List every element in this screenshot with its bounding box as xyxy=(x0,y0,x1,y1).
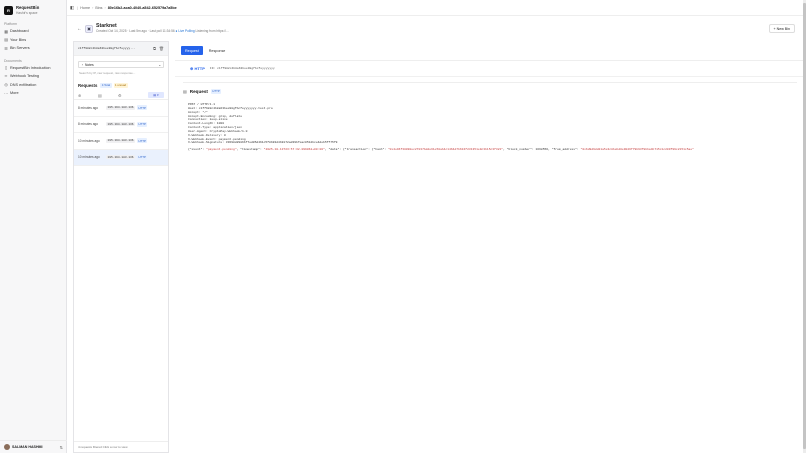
chevron-down-icon: ⌄ xyxy=(158,62,161,67)
sidebar-item-label: Webhook Testing xyxy=(10,74,39,79)
bin-meta: Created Oct 14, 2025 · Last 5m ago · Las… xyxy=(96,29,229,34)
bins-icon: ▤ xyxy=(4,38,8,43)
request-time: 10 minutes ago xyxy=(78,155,100,160)
brand[interactable]: R RequestBin Hashir's space xyxy=(0,0,66,16)
request-body: {"event": "payment.pending", "timestamp"… xyxy=(188,148,694,152)
sidebar-item-introduction[interactable]: ▯ RequestBin Introduction xyxy=(0,64,66,73)
requests-panel: c1ff982c4b8a63bee98gfbcfeyyyy... ⧉ 🗑 ◔ N… xyxy=(73,41,169,453)
search-input[interactable]: Search by IP, raw request, raw response.… xyxy=(78,71,164,77)
request-method: HTTP xyxy=(137,138,148,144)
sidebar-item-your-bins[interactable]: ▤ Your Bins xyxy=(0,36,66,45)
requests-toolbar: ⊕ ▤ ⚙ ▤ ▾ xyxy=(74,91,168,100)
filter-select[interactable]: ◔ Notes ⌄ xyxy=(78,61,164,68)
raw-request: POST / HTTP/1.1 Host: c1ff982c4b8a63bee9… xyxy=(183,103,797,145)
add-icon[interactable]: ⊕ xyxy=(78,93,98,98)
request-card: ▤ Request HTTP POST / HTTP/1.1 Host: c1f… xyxy=(183,82,797,151)
bin-url-row: c1ff982c4b8a63bee98gfbcfeyyyy... ⧉ 🗑 xyxy=(74,42,168,56)
view-toggle[interactable]: ▤ ▾ xyxy=(148,92,164,98)
book-icon: ▯ xyxy=(4,66,8,71)
filter-icon: ◔ xyxy=(81,62,83,67)
sidebar-item-label: RequestBin Introduction xyxy=(10,65,51,70)
user-name: SALMAN HASHMI xyxy=(12,445,43,449)
trash-icon[interactable]: 🗑 xyxy=(159,46,164,51)
user-menu[interactable]: SALMAN HASHMI ⇅ xyxy=(0,440,67,453)
request-time: 10 minutes ago xyxy=(78,138,100,143)
sidebar-item-label: Dashboard xyxy=(10,29,29,34)
more-icon: ⋯ xyxy=(4,91,8,96)
request-ip: 195.164.183.136 xyxy=(106,155,136,160)
bin-icon: ▣ xyxy=(85,24,93,33)
platform-section-title: Platform xyxy=(4,22,18,26)
breadcrumb-current-bin: 80e16b2-aca0-4040-a542-652579a7a5be xyxy=(107,5,177,10)
request-card-header: ▤ Request HTTP xyxy=(183,86,797,96)
copy-icon[interactable]: ⧉ xyxy=(153,46,156,51)
live-polling-indicator: ● Live Polling xyxy=(175,29,195,34)
request-ip: 195.164.183.136 xyxy=(106,122,136,127)
requests-header: Requests 4 Total 1 unread xyxy=(74,80,168,90)
request-row-selected[interactable]: 10 minutes ago 195.164.183.136 HTTP xyxy=(74,149,168,166)
unread-badge: 1 unread xyxy=(113,82,128,88)
request-method: HTTP xyxy=(137,105,148,111)
chevron-updown-icon: ⇅ xyxy=(59,444,63,450)
request-method: HTTP xyxy=(137,154,148,160)
request-time: 8 minutes ago xyxy=(78,122,99,127)
detail-tabs: Request Response xyxy=(175,41,803,61)
link-icon: ∞ xyxy=(4,74,8,79)
breadcrumb-home[interactable]: Home xyxy=(80,6,90,10)
request-row[interactable]: 10 minutes ago 195.164.183.136 HTTP xyxy=(74,133,168,150)
raw-line: X-Webhook-Signature: 33698d2986bf7ed05d4… xyxy=(188,141,338,145)
server-icon: ☰ xyxy=(4,46,8,51)
filter-label: Notes xyxy=(85,62,94,67)
settings-icon[interactable]: ⚙ xyxy=(118,93,138,98)
request-method: HTTP xyxy=(137,121,148,127)
dashboard-icon: ▦ xyxy=(4,29,8,34)
documents-section-title: Documents xyxy=(4,58,22,63)
sidebar-item-label: Your Bins xyxy=(10,37,27,42)
request-id: ID: c1ff982c4b8a63bee98gfbcfeyyyyyyy xyxy=(209,67,275,70)
sidebar-toggle-icon[interactable]: ◧ xyxy=(70,5,74,11)
avatar xyxy=(4,444,10,450)
request-card-title: Request xyxy=(189,88,208,94)
request-time: 8 minutes ago xyxy=(78,105,99,110)
sidebar-item-label: DNS exfiltration xyxy=(10,82,37,87)
request-ip: 195.164.183.136 xyxy=(106,105,136,110)
breadcrumb-bins[interactable]: Bins xyxy=(95,6,102,10)
sidebar-item-label: More xyxy=(10,91,19,96)
request-ip: 195.164.183.136 xyxy=(106,138,136,143)
sidebar-item-webhook-testing[interactable]: ∞ Webhook Testing xyxy=(0,72,66,81)
tab-response[interactable]: Response xyxy=(205,46,230,55)
topbar: ◧ | Home › Bins › 80e16b2-aca0-4040-a542… xyxy=(67,0,806,16)
back-arrow-icon[interactable]: ← xyxy=(77,26,82,32)
globe-icon: ◎ xyxy=(4,83,8,88)
method-badge: HTTP xyxy=(210,88,222,94)
sidebar-item-more[interactable]: ⋯ More xyxy=(0,89,66,98)
request-row[interactable]: 8 minutes ago 195.164.183.136 HTTP xyxy=(74,100,168,117)
request-id-row: ⊕ HTTP ID: c1ff982c4b8a63bee98gfbcfeyyyy… xyxy=(175,61,803,77)
total-badge: 4 Total xyxy=(100,82,112,88)
sidebar-item-bin-servers[interactable]: ☰ Bin Servers xyxy=(0,44,66,53)
requests-title: Requests xyxy=(78,82,98,88)
sidebar: R RequestBin Hashir's space Platform ▦ D… xyxy=(0,0,67,453)
bin-url[interactable]: c1ff982c4b8a63bee98gfbcfeyyyy... xyxy=(78,47,150,50)
list-icon[interactable]: ▤ xyxy=(98,93,118,98)
bin-header: ← ▣ Starknet Created Oct 14, 2025 · Last… xyxy=(67,16,806,41)
sidebar-item-dashboard[interactable]: ▦ Dashboard xyxy=(0,27,66,36)
request-detail-panel: Request Response ⊕ HTTP ID: c1ff982c4b8a… xyxy=(175,41,803,445)
tab-request[interactable]: Request xyxy=(181,46,203,55)
sidebar-item-label: Bin Servers xyxy=(10,46,30,51)
brand-logo: R xyxy=(4,6,13,15)
sidebar-item-dns-exfiltration[interactable]: ◎ DNS exfiltration xyxy=(0,81,66,90)
document-icon: ▤ xyxy=(183,88,187,94)
requests-footer: 4 requests filtered Click a row to view xyxy=(74,441,168,452)
new-bin-button[interactable]: + New Bin xyxy=(768,24,795,33)
workspace-name: Hashir's space xyxy=(16,10,38,15)
http-label: ⊕ HTTP xyxy=(190,66,205,71)
request-row[interactable]: 8 minutes ago 195.164.183.136 HTTP xyxy=(74,117,168,133)
